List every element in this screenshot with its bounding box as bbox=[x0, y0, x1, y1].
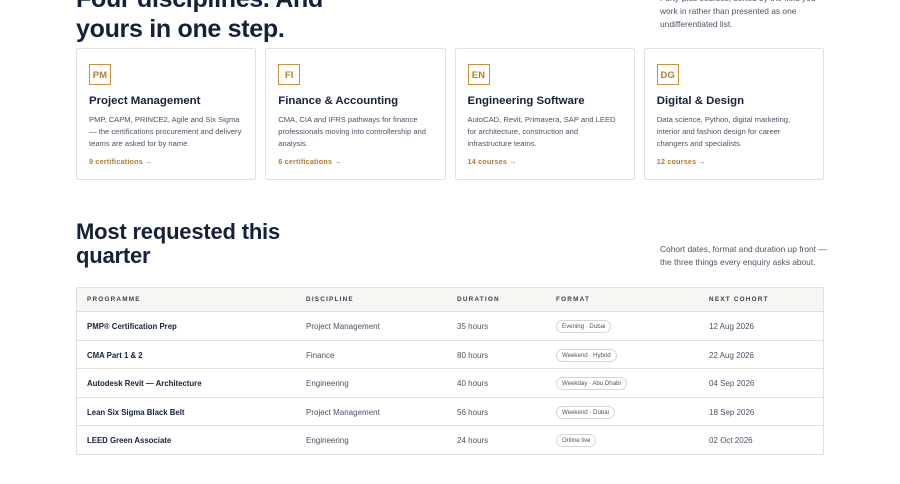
format-tag: Weekend · Hybrid bbox=[556, 348, 617, 362]
card-badge: DG bbox=[656, 64, 679, 85]
table-row[interactable]: LEED Green Associate Engineering 24 hour… bbox=[77, 426, 823, 455]
card-badge: FI bbox=[278, 64, 301, 85]
table-row[interactable]: PMP® Certification Prep Project Manageme… bbox=[77, 312, 823, 341]
card-engineering-software[interactable]: EN Engineering Software AutoCAD, Revit, … bbox=[454, 48, 635, 180]
card-link[interactable]: 6 certifications → bbox=[278, 157, 342, 166]
table-header: PROGRAMME DISCIPLINE DURATION FORMAT NEX… bbox=[77, 288, 823, 312]
programme-name: Lean Six Sigma Black Belt bbox=[87, 407, 185, 417]
table-row[interactable]: Autodesk Revit — Architecture Engineerin… bbox=[77, 369, 823, 398]
programme-name: PMP® Certification Prep bbox=[87, 322, 177, 331]
hero-title: Four disciplines. And yours in one step. bbox=[76, 0, 496, 44]
card-description: AutoCAD, Revit, Primavera, SAP and LEED … bbox=[467, 115, 616, 148]
card-description: Data science, Python, digital marketing,… bbox=[656, 115, 791, 148]
discipline: Engineering bbox=[306, 379, 349, 389]
discipline: Project Management bbox=[306, 407, 380, 417]
next-cohort: 22 Aug 2026 bbox=[709, 350, 754, 360]
next-cohort: 02 Oct 2026 bbox=[709, 436, 753, 446]
section-note: Cohort dates, format and duration up fro… bbox=[660, 244, 827, 267]
hero-note: Forty-plus courses, sorted by the field … bbox=[660, 0, 815, 29]
duration: 35 hours bbox=[457, 322, 489, 331]
card-finance-accounting[interactable]: FI Finance & Accounting CMA, CIA and IFR… bbox=[265, 48, 446, 180]
hero-title-line-2: yours in one step. bbox=[76, 15, 285, 43]
hero-title-line-1: Four disciplines. And bbox=[76, 0, 496, 14]
duration: 40 hours bbox=[457, 379, 489, 389]
discipline: Project Management bbox=[306, 322, 380, 331]
card-project-management[interactable]: PM Project Management PMP, CAPM, PRINCE2… bbox=[76, 48, 257, 180]
next-cohort: 04 Sep 2026 bbox=[709, 379, 755, 389]
discipline: Finance bbox=[306, 350, 335, 360]
format-tag: Evening · Dubai bbox=[556, 320, 612, 333]
programme-name: Autodesk Revit — Architecture bbox=[87, 379, 202, 389]
header-duration: DURATION bbox=[457, 296, 500, 303]
card-digital-design[interactable]: DG Digital & Design Data science, Python… bbox=[643, 48, 824, 180]
card-link[interactable]: 14 courses → bbox=[468, 157, 517, 166]
header-format: FORMAT bbox=[556, 296, 591, 303]
card-title: Project Management bbox=[89, 95, 201, 107]
section-title: Most requested this quarter bbox=[76, 220, 336, 268]
card-title: Digital & Design bbox=[656, 95, 745, 107]
header-programme: PROGRAMME bbox=[87, 296, 141, 303]
table-row[interactable]: Lean Six Sigma Black Belt Project Manage… bbox=[77, 398, 823, 427]
card-link[interactable]: 12 courses → bbox=[657, 157, 706, 166]
table-row[interactable]: CMA Part 1 & 2 Finance 80 hours Weekend … bbox=[77, 341, 823, 370]
programmes-table: PROGRAMME DISCIPLINE DURATION FORMAT NEX… bbox=[76, 287, 824, 455]
header-next-cohort: NEXT COHORT bbox=[709, 296, 769, 303]
card-title: Finance & Accounting bbox=[278, 95, 399, 107]
format-tag: Weekend · Dubai bbox=[556, 405, 615, 419]
duration: 24 hours bbox=[457, 436, 489, 446]
section-title-line-2: quarter bbox=[76, 243, 151, 268]
next-cohort: 18 Sep 2026 bbox=[709, 407, 755, 417]
section-title-line-1: Most requested this bbox=[76, 219, 281, 244]
card-badge: PM bbox=[89, 64, 111, 85]
card-title: Engineering Software bbox=[467, 95, 585, 107]
duration: 80 hours bbox=[457, 350, 489, 360]
discipline-cards: PM Project Management PMP, CAPM, PRINCE2… bbox=[76, 48, 824, 180]
header-discipline: DISCIPLINE bbox=[306, 296, 354, 303]
duration: 56 hours bbox=[457, 407, 489, 417]
programme-name: LEED Green Associate bbox=[87, 436, 172, 446]
card-description: PMP, CAPM, PRINCE2, Agile and Six Sigma … bbox=[89, 115, 242, 148]
card-description: CMA, CIA and IFRS pathways for finance p… bbox=[278, 115, 426, 148]
card-badge: EN bbox=[467, 64, 490, 85]
card-link[interactable]: 9 certifications → bbox=[89, 157, 153, 166]
next-cohort: 12 Aug 2026 bbox=[709, 322, 754, 331]
format-tag: Online live bbox=[556, 434, 597, 448]
discipline: Engineering bbox=[306, 436, 349, 446]
programme-name: CMA Part 1 & 2 bbox=[87, 350, 143, 360]
format-tag: Weekday · Abu Dhabi bbox=[556, 377, 627, 391]
